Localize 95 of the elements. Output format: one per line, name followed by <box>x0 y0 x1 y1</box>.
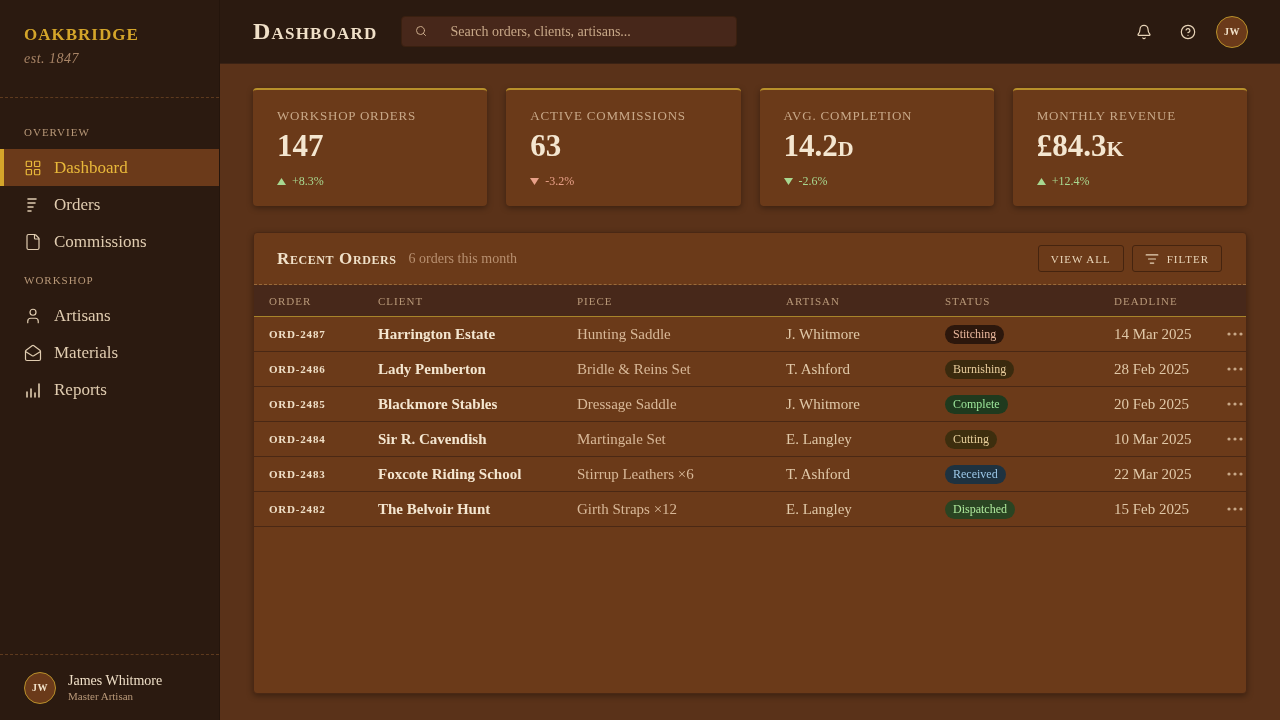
nav-label: Artisans <box>54 305 111 326</box>
more-icon <box>1227 507 1243 511</box>
user-avatar: JW <box>24 671 56 704</box>
artisan-cell-text: E. Langley <box>786 500 853 518</box>
stat-value: £84.3k <box>1036 128 1125 164</box>
piece-cell-text: Girth Straps ×12 <box>577 500 679 518</box>
user-name: James Whitmore <box>68 672 163 689</box>
piece-cell-text: Dressage Saddle <box>577 395 678 413</box>
nav-item[interactable]: Dashboard <box>0 149 219 186</box>
stat-value: 63 <box>530 128 563 164</box>
nav-label: Reports <box>54 379 107 400</box>
more-icon <box>1227 472 1243 476</box>
search-field[interactable]: Search orders, clients, artisans... <box>401 16 738 47</box>
more-icon <box>1227 402 1243 406</box>
section-label: OVERVIEW <box>23 125 91 140</box>
grid-icon <box>24 158 42 177</box>
artisan-cell-text: E. Langley <box>786 430 853 448</box>
panel-subtitle: 6 orders this month <box>408 250 518 267</box>
column-header: PIECE <box>577 294 614 307</box>
piece-cell-text: Martingale Set <box>577 430 667 448</box>
client-cell-text: Lady Pemberton <box>378 360 487 378</box>
open-envelope-icon <box>24 343 42 362</box>
deadline-cell-text: 20 Feb 2025 <box>1114 395 1190 413</box>
column-header: DEADLINE <box>1114 294 1179 307</box>
stat-change: -2.6% <box>798 174 828 189</box>
help-icon <box>1180 23 1196 40</box>
nav-item[interactable]: Orders <box>0 186 219 223</box>
deadline-cell-text: 15 Feb 2025 <box>1114 500 1190 518</box>
deadline-cell-text: 22 Mar 2025 <box>1114 465 1193 483</box>
stat-change: +12.4% <box>1051 174 1090 189</box>
artisan-cell-text: J. Whitmore <box>786 325 861 343</box>
page-title: Dashboard <box>253 18 378 45</box>
more-icon <box>1227 332 1243 336</box>
stat-value: 147 <box>277 128 325 164</box>
more-icon <box>1227 367 1243 371</box>
status-badge: Dispatched <box>945 499 1015 519</box>
stat-value: 14.2d <box>783 128 855 164</box>
stat-change: +8.3% <box>292 174 324 189</box>
brand-name: OAKBRIDGE <box>24 25 140 45</box>
client-cell-text: Sir R. Cavendish <box>378 430 488 448</box>
person-icon <box>24 306 42 325</box>
nav-label: Materials <box>54 342 119 363</box>
client-cell-text: Blackmore Stables <box>378 395 499 413</box>
artisan-cell-text: T. Ashford <box>786 465 851 483</box>
nav-label: Orders <box>54 194 101 215</box>
stat-label: WORKSHOP ORDERS <box>277 108 417 124</box>
column-header: STATUS <box>945 294 992 307</box>
column-header: ARTISAN <box>786 294 841 307</box>
nav-label: Dashboard <box>54 157 128 178</box>
nav-item[interactable]: Materials <box>0 334 219 371</box>
stat-change: -3.2% <box>545 174 575 189</box>
document-icon <box>24 232 42 251</box>
section-label: WORKSHOP <box>23 273 95 288</box>
column-header: ORDER <box>269 294 313 307</box>
user-role: Master Artisan <box>68 689 135 703</box>
order-id: ORD-2487 <box>269 328 327 340</box>
deadline-cell-text: 10 Mar 2025 <box>1114 430 1193 448</box>
client-cell-text: Harrington Estate <box>378 325 497 343</box>
nav-label: Commissions <box>54 231 147 252</box>
nav-item[interactable]: Artisans <box>0 297 219 334</box>
stat-label: MONTHLY REVENUE <box>1036 108 1177 124</box>
account-avatar[interactable]: JW <box>1216 15 1248 48</box>
piece-cell-text: Hunting Saddle <box>577 325 672 343</box>
order-id: ORD-2484 <box>269 433 327 445</box>
artisan-cell-text: J. Whitmore <box>786 395 861 413</box>
search-icon <box>415 25 428 37</box>
panel-title: Recent Orders <box>277 248 397 269</box>
piece-cell-text: Bridle & Reins Set <box>577 360 692 378</box>
order-id: ORD-2485 <box>269 398 327 410</box>
status-badge: Received <box>945 464 1006 484</box>
bar-chart-icon <box>24 380 42 399</box>
client-cell-text: The Belvoir Hunt <box>378 500 492 518</box>
brand-tagline: est. 1847 <box>24 51 81 67</box>
status-badge: Stitching <box>945 324 1005 344</box>
nav-item[interactable]: Reports <box>0 371 219 408</box>
deadline-cell-text: 28 Feb 2025 <box>1114 360 1190 378</box>
status-badge: Complete <box>945 394 1008 414</box>
status-badge: Cutting <box>945 429 997 449</box>
stat-label: ACTIVE COMMISSIONS <box>530 108 687 124</box>
nav-item[interactable]: Commissions <box>0 223 219 260</box>
stat-label: AVG. COMPLETION <box>783 108 914 124</box>
more-icon <box>1227 437 1243 441</box>
column-header: CLIENT <box>378 294 425 307</box>
artisan-cell-text: T. Ashford <box>786 360 851 378</box>
filter-button[interactable]: FILTER <box>1131 245 1222 272</box>
order-id: ORD-2483 <box>269 468 327 480</box>
bell-icon <box>1136 23 1152 40</box>
deadline-cell-text: 14 Mar 2025 <box>1114 325 1193 343</box>
filter-icon <box>1144 251 1159 266</box>
status-badge: Burnishing <box>945 359 1015 379</box>
view-all-button[interactable]: VIEW ALL <box>1037 245 1124 272</box>
client-cell-text: Foxcote Riding School <box>378 465 523 483</box>
order-id: ORD-2482 <box>269 503 327 515</box>
piece-cell-text: Stirrup Leathers ×6 <box>577 465 695 483</box>
order-id: ORD-2486 <box>269 363 327 375</box>
